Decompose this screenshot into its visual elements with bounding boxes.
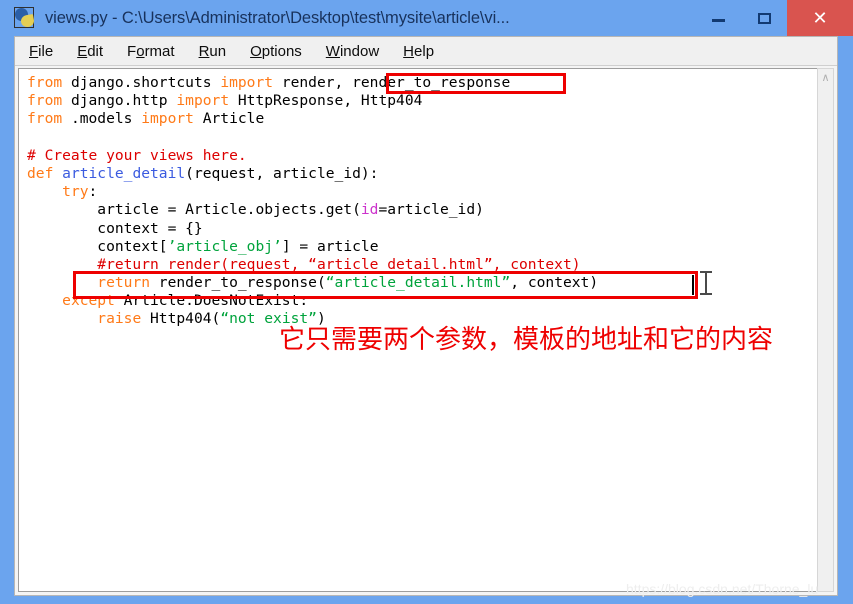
ibeam-mouse-cursor xyxy=(700,270,712,296)
menu-label-post: rmat xyxy=(144,42,175,60)
menu-run[interactable]: Run xyxy=(189,41,237,62)
menu-window[interactable]: Window xyxy=(316,41,389,62)
code-token: def xyxy=(27,164,54,182)
code-token: ] = article xyxy=(281,237,379,255)
chinese-annotation-note: 它只需要两个参数，模板的地址和它的内容 xyxy=(279,325,774,355)
code-token: article = Article.objects.get( xyxy=(27,201,361,219)
code-token: ’article_obj’ xyxy=(167,237,282,255)
code-line: article = Article.objects.get(id=article… xyxy=(27,201,598,219)
code-token: article_detail xyxy=(62,164,186,182)
code-token: HttpResponse, Http404 xyxy=(229,92,423,110)
menu-label-post: un xyxy=(209,42,227,60)
menu-options[interactable]: Options xyxy=(240,41,312,62)
menu-help[interactable]: Help xyxy=(393,41,444,62)
menu-accelerator: R xyxy=(198,42,210,60)
watermark-text: https://blog.csdn.net/Thorne_lu xyxy=(626,581,819,597)
code-line: return render_to_response(“article_detai… xyxy=(27,274,598,292)
menu-accelerator: E xyxy=(77,42,88,60)
code-token: “article_detail.html” xyxy=(325,274,511,292)
vertical-scrollbar[interactable]: ∧ xyxy=(817,68,834,592)
scroll-up-arrow-icon[interactable]: ∧ xyxy=(818,69,833,86)
code-token: render_to_response( xyxy=(150,274,326,292)
code-token: Http404( xyxy=(141,310,221,328)
text-caret xyxy=(692,275,694,295)
close-icon: ✕ xyxy=(812,8,828,28)
code-token: , context) xyxy=(510,274,599,292)
menu-label-pre: F xyxy=(127,42,137,60)
code-token: render, render_to_response xyxy=(273,74,511,91)
code-token: return xyxy=(97,274,151,292)
code-token: Article xyxy=(193,110,265,128)
close-button[interactable]: ✕ xyxy=(787,0,853,36)
code-token: import xyxy=(141,110,194,128)
source-code: from django.shortcuts import render, ren… xyxy=(27,74,598,329)
maximize-button[interactable] xyxy=(741,0,787,36)
code-line: # Create your views here. xyxy=(27,147,598,165)
code-token: context[ xyxy=(27,237,168,255)
code-token: id xyxy=(360,201,379,219)
client-area: File Edit Format Run Options Window Help from … xyxy=(14,36,838,597)
title-bar[interactable]: views.py - C:\Users\Administrator\Deskto… xyxy=(0,0,853,36)
code-token: .models xyxy=(62,110,142,128)
menu-format[interactable]: Format xyxy=(117,41,185,62)
code-token: (request, article_id): xyxy=(185,164,379,182)
code-line: from .models import Article xyxy=(27,110,598,128)
menu-accelerator: H xyxy=(403,42,415,60)
menu-accelerator: F xyxy=(29,42,39,60)
code-token: import xyxy=(220,74,274,91)
code-token: except xyxy=(62,292,115,310)
code-line: context[’article_obj’] = article xyxy=(27,238,598,256)
code-token: Article.DoesNotExist: xyxy=(114,292,309,310)
code-token: django.shortcuts xyxy=(62,74,221,91)
window-controls: ✕ xyxy=(695,0,853,36)
code-token: #return render(request, “article_detail.… xyxy=(27,255,581,273)
menu-accelerator: o xyxy=(136,42,145,60)
code-token: from xyxy=(27,110,63,128)
window-title: views.py - C:\Users\Administrator\Deskto… xyxy=(45,8,510,27)
menu-accelerator: W xyxy=(325,42,340,60)
code-token: from xyxy=(27,92,63,110)
idle-window: views.py - C:\Users\Administrator\Deskto… xyxy=(0,0,853,604)
code-token: django.http xyxy=(62,92,177,110)
code-token: # Create your views here. xyxy=(27,146,247,164)
code-token: import xyxy=(176,92,230,110)
menu-file[interactable]: File xyxy=(19,41,63,62)
code-token: from xyxy=(27,74,63,91)
code-token: context = {} xyxy=(27,219,203,237)
menu-accelerator: O xyxy=(250,42,262,60)
code-token: =article_id) xyxy=(378,201,484,219)
code-line: from django.http import HttpResponse, Ht… xyxy=(27,92,598,110)
code-line: from django.shortcuts import render, ren… xyxy=(27,74,598,92)
code-line: def article_detail(request, article_id): xyxy=(27,165,598,183)
code-line: context = {} xyxy=(27,220,598,238)
python-idle-icon xyxy=(13,6,36,29)
code-line: except Article.DoesNotExist: xyxy=(27,292,598,310)
menu-label-post: indow xyxy=(339,42,380,60)
code-token: raise xyxy=(97,310,142,328)
menu-label-post: ile xyxy=(38,42,54,60)
code-line: try: xyxy=(27,183,598,201)
code-token: : xyxy=(88,183,98,201)
menu-label-post: elp xyxy=(414,42,435,60)
menu-label-post: dit xyxy=(87,42,104,60)
code-line: #return render(request, “article_detail.… xyxy=(27,256,598,274)
menu-bar: File Edit Format Run Options Window Help xyxy=(15,37,837,66)
minimize-button[interactable] xyxy=(695,0,741,36)
code-token: try xyxy=(62,183,89,201)
menu-edit[interactable]: Edit xyxy=(67,41,113,62)
menu-label-post: ptions xyxy=(261,42,302,60)
